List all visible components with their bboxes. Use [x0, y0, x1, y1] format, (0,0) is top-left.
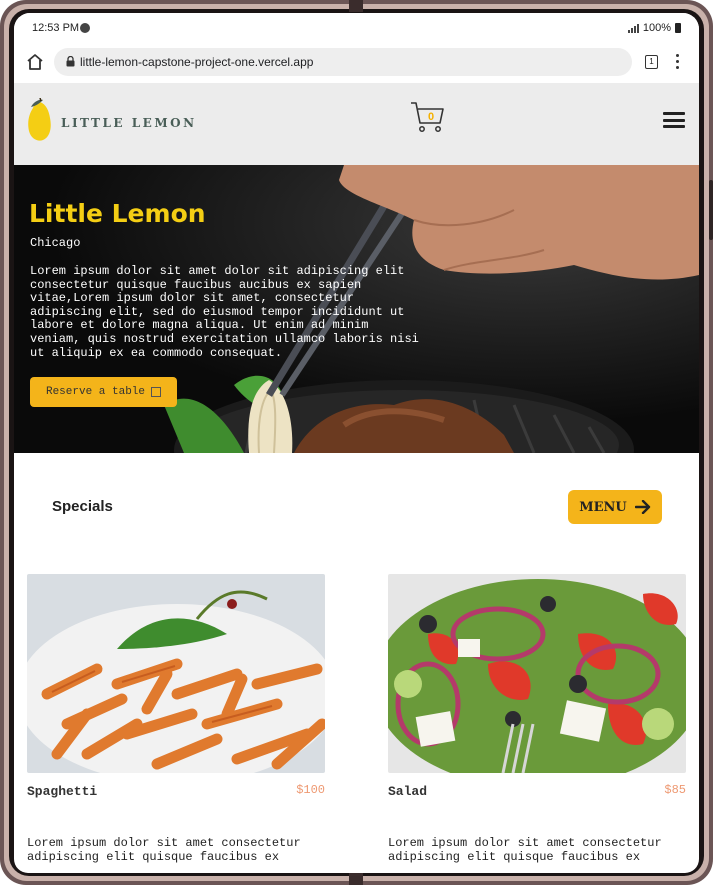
logo-text[interactable]: LITTLE LEMON [61, 116, 197, 130]
menu-button[interactable]: MENU [568, 490, 662, 524]
lock-icon [66, 56, 75, 67]
special-card[interactable]: Salad $85 Lorem ipsum dolor sit amet con… [388, 574, 686, 864]
special-price: $85 [664, 783, 686, 797]
browser-toolbar: little-lemon-capstone-project-one.vercel… [14, 43, 699, 83]
hero-title: Little Lemon [29, 199, 206, 228]
url-text: little-lemon-capstone-project-one.vercel… [80, 55, 314, 69]
special-name: Salad [388, 784, 428, 799]
screen: 12:53 PM 100% little-lemon-capstone-proj… [14, 13, 699, 873]
special-price: $100 [296, 783, 325, 797]
special-description: Lorem ipsum dolor sit amet consectetur a… [27, 836, 301, 864]
status-time: 12:53 PM [32, 22, 80, 34]
cart-count-badge: 0 [428, 111, 435, 123]
special-description: Lorem ipsum dolor sit amet consectetur a… [388, 836, 662, 864]
menu-button-label: MENU [579, 499, 627, 515]
specials-heading: Specials [52, 498, 113, 515]
tab-switcher-icon[interactable]: 1 [645, 55, 658, 69]
calendar-icon [151, 387, 162, 397]
more-menu-icon[interactable] [676, 54, 680, 70]
status-right: 100% [627, 22, 681, 34]
arrow-right-icon [634, 500, 650, 514]
home-icon[interactable] [26, 53, 44, 71]
site-header: LITTLE LEMON 0 [14, 83, 699, 165]
hero-section: Little Lemon Chicago Lorem ipsum dolor s… [14, 165, 699, 453]
special-card[interactable]: Spaghetti $100 Lorem ipsum dolor sit ame… [27, 574, 325, 864]
battery-icon [675, 23, 681, 33]
battery-percent: 100% [642, 22, 671, 34]
device-side-button [709, 180, 713, 240]
hero-city: Chicago [30, 236, 81, 250]
signal-icon [627, 23, 639, 33]
reserve-label: Reserve a table [45, 386, 146, 398]
device-hinge-bottom [349, 873, 363, 885]
hamburger-menu-icon[interactable] [663, 112, 685, 128]
status-bar: 12:53 PM 100% [14, 13, 699, 43]
spaghetti-image [27, 574, 325, 773]
salad-image [388, 574, 686, 773]
hero-description: Lorem ipsum dolor sit amet dolor sit adi… [30, 264, 419, 360]
special-name: Spaghetti [27, 784, 98, 799]
device-hinge-top [349, 0, 363, 12]
address-bar[interactable]: little-lemon-capstone-project-one.vercel… [54, 48, 632, 76]
notification-icon [80, 23, 90, 33]
lemon-logo-icon[interactable] [26, 98, 54, 144]
reserve-table-button[interactable]: Reserve a table [30, 377, 177, 407]
